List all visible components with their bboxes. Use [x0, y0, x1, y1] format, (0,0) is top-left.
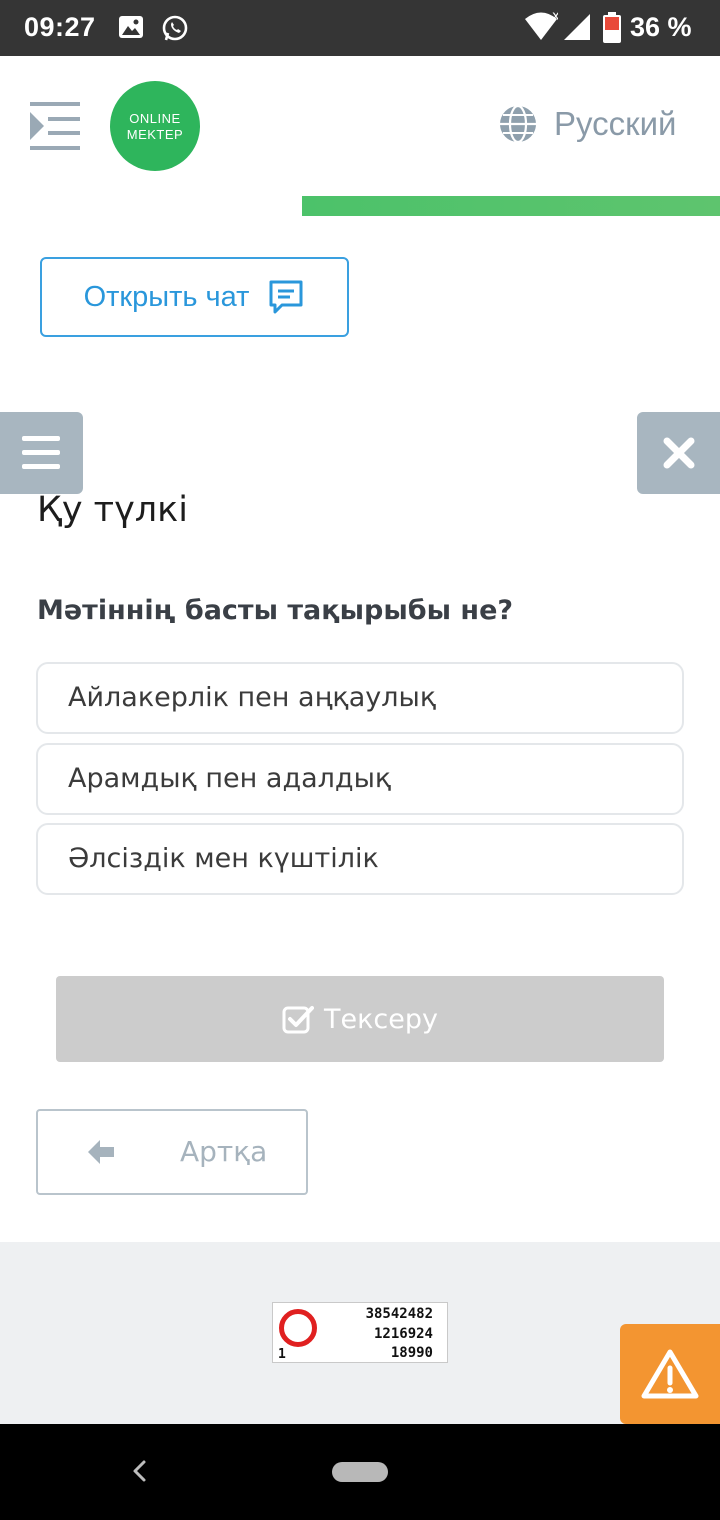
- warning-icon: [641, 1349, 699, 1399]
- language-switcher[interactable]: Русский: [498, 102, 676, 146]
- logo-line1: ONLINE: [129, 111, 181, 126]
- counter-line1: 38542482: [365, 1306, 433, 1322]
- close-panel-button[interactable]: [637, 412, 720, 494]
- online-mektep-logo[interactable]: ONLINE MEKTEP: [110, 81, 200, 171]
- app-header: ONLINE MEKTEP Русский: [0, 56, 720, 196]
- open-chat-button[interactable]: Открыть чат: [40, 257, 349, 337]
- answer-option[interactable]: Айлакерлік пен аңқаулық: [36, 662, 684, 734]
- answer-option-label: Айлакерлік пен аңқаулық: [68, 682, 437, 713]
- wifi-icon: x: [524, 9, 560, 46]
- counter-line2: 1216924: [373, 1326, 433, 1342]
- signal-icon: [562, 12, 592, 46]
- open-chat-label: Открыть чат: [83, 280, 250, 313]
- question-text: Мәтіннің басты тақырыбы не?: [37, 595, 514, 626]
- report-problem-button[interactable]: [620, 1324, 720, 1424]
- language-label: Русский: [554, 105, 677, 142]
- arrow-left-icon: [88, 1140, 114, 1164]
- globe-icon: [500, 104, 536, 144]
- chat-icon: [269, 280, 303, 314]
- system-back-icon[interactable]: [126, 1456, 152, 1490]
- close-icon: [663, 437, 695, 469]
- whatsapp-icon: [160, 14, 190, 48]
- counter-ring-icon: [279, 1309, 317, 1347]
- check-answer-button[interactable]: Тексеру: [56, 976, 664, 1062]
- battery-percent: 36 %: [630, 12, 692, 42]
- hamburger-icon: [22, 436, 60, 469]
- check-answer-label: Тексеру: [324, 1003, 438, 1035]
- answer-option-label: Арамдық пен адалдық: [68, 763, 392, 794]
- lesson-progress-bar: [0, 196, 720, 216]
- indent-menu-icon: [30, 102, 80, 150]
- lesson-menu-button[interactable]: [0, 412, 83, 494]
- visit-counter[interactable]: 38542482 1216924 18990 1: [272, 1302, 448, 1363]
- back-button[interactable]: Артқа: [36, 1109, 308, 1195]
- answer-option[interactable]: Әлсіздік мен күштілік: [36, 823, 684, 895]
- counter-left: 1: [278, 1347, 286, 1362]
- status-bar: 09:27 x 36 %: [0, 0, 720, 56]
- lesson-title: Қу түлкі: [37, 490, 189, 530]
- answer-option-label: Әлсіздік мен күштілік: [68, 843, 379, 874]
- battery-icon: [602, 12, 622, 48]
- status-time: 09:27: [24, 12, 96, 42]
- menu-toggle-button[interactable]: [30, 100, 82, 152]
- svg-text:x: x: [552, 10, 558, 24]
- logo-line2: MEKTEP: [126, 127, 184, 142]
- back-label: Артқа: [180, 1135, 268, 1168]
- gallery-icon: [118, 14, 144, 44]
- system-home-pill[interactable]: [332, 1462, 388, 1482]
- lesson-progress-fill: [302, 196, 720, 216]
- answer-option[interactable]: Арамдық пен адалдық: [36, 743, 684, 815]
- checkbox-check-icon: [282, 1006, 314, 1034]
- counter-line3: 18990: [390, 1345, 433, 1361]
